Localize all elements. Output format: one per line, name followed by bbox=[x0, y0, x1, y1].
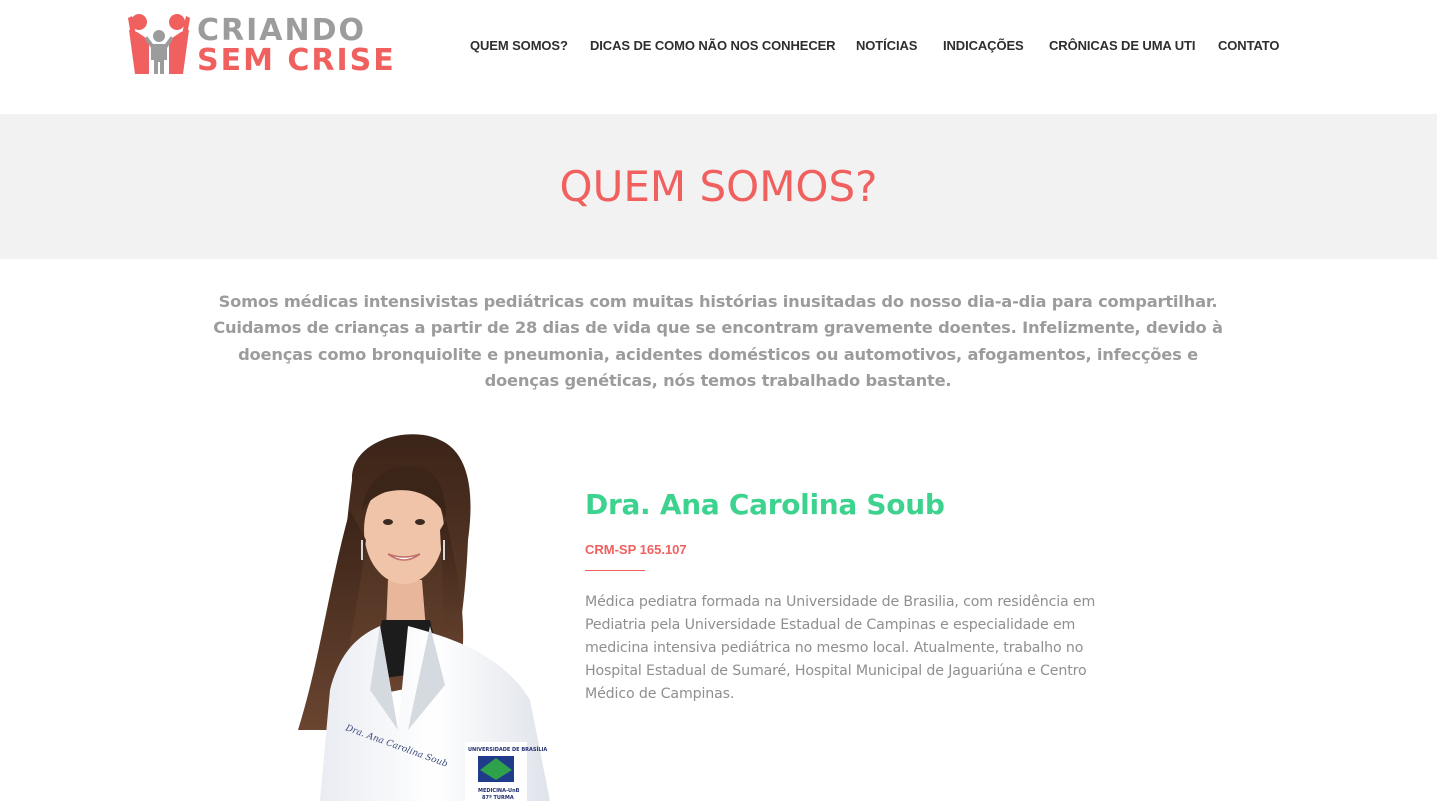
nav-item-noticias[interactable]: NOTÍCIAS bbox=[856, 38, 917, 54]
nav-item-cronicas[interactable]: CRÔNICAS DE UMA UTI bbox=[1049, 38, 1196, 54]
site-header: CRIANDO SEM CRISE QUEM SOMOS? DICAS DE C… bbox=[0, 0, 1437, 114]
nav-item-dicas[interactable]: DICAS DE COMO NÃO NOS CONHECER bbox=[590, 38, 836, 54]
doctor-photo: Dra. Ana Carolina Soub UNIVERSIDADE DE B… bbox=[290, 430, 562, 801]
nav-item-quem-somos[interactable]: QUEM SOMOS? bbox=[470, 38, 568, 54]
site-logo[interactable]: CRIANDO SEM CRISE bbox=[127, 12, 394, 78]
doctor-name: Dra. Ana Carolina Soub bbox=[585, 488, 945, 521]
intro-paragraph: Somos médicas intensivistas pediátricas … bbox=[213, 292, 1223, 390]
divider bbox=[585, 570, 645, 571]
patch-bottom-text: MEDICINA-UnB bbox=[478, 788, 520, 794]
logo-text-line2: SEM CRISE bbox=[197, 43, 396, 78]
logo-text-line1: CRIANDO bbox=[197, 13, 367, 48]
patch-class-text: 87ª TURMA bbox=[482, 795, 514, 801]
family-figures-icon bbox=[128, 14, 190, 74]
page-title: QUEM SOMOS? bbox=[559, 162, 878, 211]
patch-top-text: UNIVERSIDADE DE BRASÍLIA bbox=[468, 745, 547, 753]
nav-item-indicacoes[interactable]: INDICAÇÕES bbox=[943, 38, 1024, 54]
doctor-bio: Médica pediatra formada na Universidade … bbox=[585, 594, 1096, 702]
nav-item-contato[interactable]: CONTATO bbox=[1218, 38, 1280, 54]
doctor-crm: CRM-SP 165.107 bbox=[585, 542, 687, 557]
page-title-band: QUEM SOMOS? bbox=[0, 114, 1437, 259]
doctor-portrait-image: Dra. Ana Carolina Soub UNIVERSIDADE DE B… bbox=[298, 434, 550, 801]
